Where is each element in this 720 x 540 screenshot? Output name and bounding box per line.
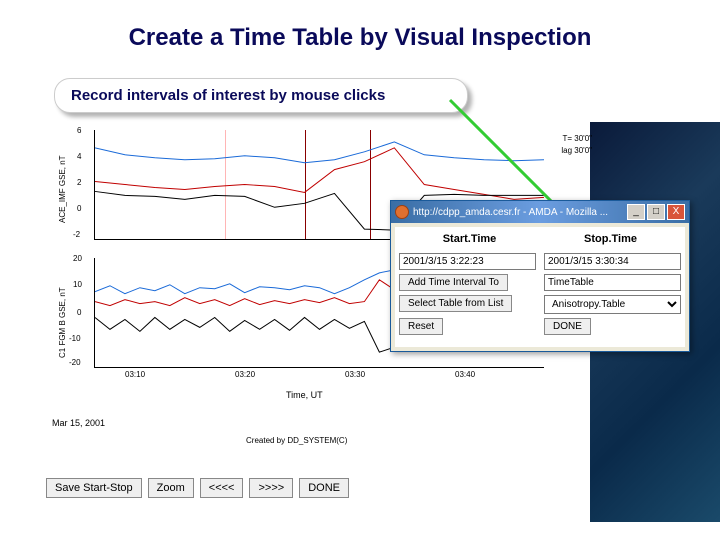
ytick: -10 [69,334,81,343]
xtick: 03:30 [345,370,365,379]
select-table-button[interactable]: Select Table from List [399,295,512,312]
start-time-input[interactable] [399,253,536,270]
start-time-header: Start.Time [399,233,540,249]
ytick: 2 [77,178,81,187]
add-interval-button[interactable]: Add Time Interval To [399,274,508,291]
xtick: 03:40 [455,370,475,379]
save-start-stop-button[interactable]: Save Start-Stop [46,478,142,498]
firefox-icon [395,205,409,219]
plot-toolbar: Save Start-Stop Zoom <<<< >>>> DONE [46,478,349,498]
slide-title: Create a Time Table by Visual Inspection [0,0,720,62]
reset-button[interactable]: Reset [399,318,443,335]
ytick: 20 [73,254,82,263]
chart-annotation: lag 30'0" [561,146,592,155]
back-button[interactable]: <<<< [200,478,244,498]
ytick: 6 [77,126,81,135]
window-close-button[interactable]: X [667,204,685,220]
popup-titlebar[interactable]: http://cdpp_amda.cesr.fr - AMDA - Mozill… [391,201,689,223]
chart1-ylabel: ACE_IMF GSE, nT [58,155,67,223]
ytick: 0 [77,204,81,213]
ytick: 0 [77,308,81,317]
ytick: -2 [73,230,80,239]
popup-done-button[interactable]: DONE [544,318,591,335]
ytick: -20 [69,358,81,367]
time-interval-popup: http://cdpp_amda.cesr.fr - AMDA - Mozill… [390,200,690,352]
stop-time-header: Stop.Time [540,233,681,249]
ytick: 4 [77,152,81,161]
ytick: 10 [73,280,82,289]
chart2-ylabel: C1 FGM B GSE, nT [58,287,67,358]
created-by: Created by DD_SYSTEM(C) [246,436,347,445]
table-select[interactable]: Anisotropy.Table [544,295,681,314]
window-minimize-button[interactable]: _ [627,204,645,220]
plot-date: Mar 15, 2001 [52,418,105,428]
xtick: 03:10 [125,370,145,379]
zoom-button[interactable]: Zoom [148,478,194,498]
stop-time-input[interactable] [544,253,681,270]
xlabel: Time, UT [286,390,323,400]
subtitle-callout: Record intervals of interest by mouse cl… [54,78,468,113]
interval-target-input[interactable] [544,274,681,291]
done-button[interactable]: DONE [299,478,349,498]
window-maximize-button[interactable]: □ [647,204,665,220]
xtick: 03:20 [235,370,255,379]
popup-url: http://cdpp_amda.cesr.fr - AMDA - Mozill… [413,207,608,218]
popup-body: Start.Time Stop.Time Add Time Interval T… [395,227,685,347]
forward-button[interactable]: >>>> [249,478,293,498]
chart-annotation: T= 30'0" [563,134,593,143]
